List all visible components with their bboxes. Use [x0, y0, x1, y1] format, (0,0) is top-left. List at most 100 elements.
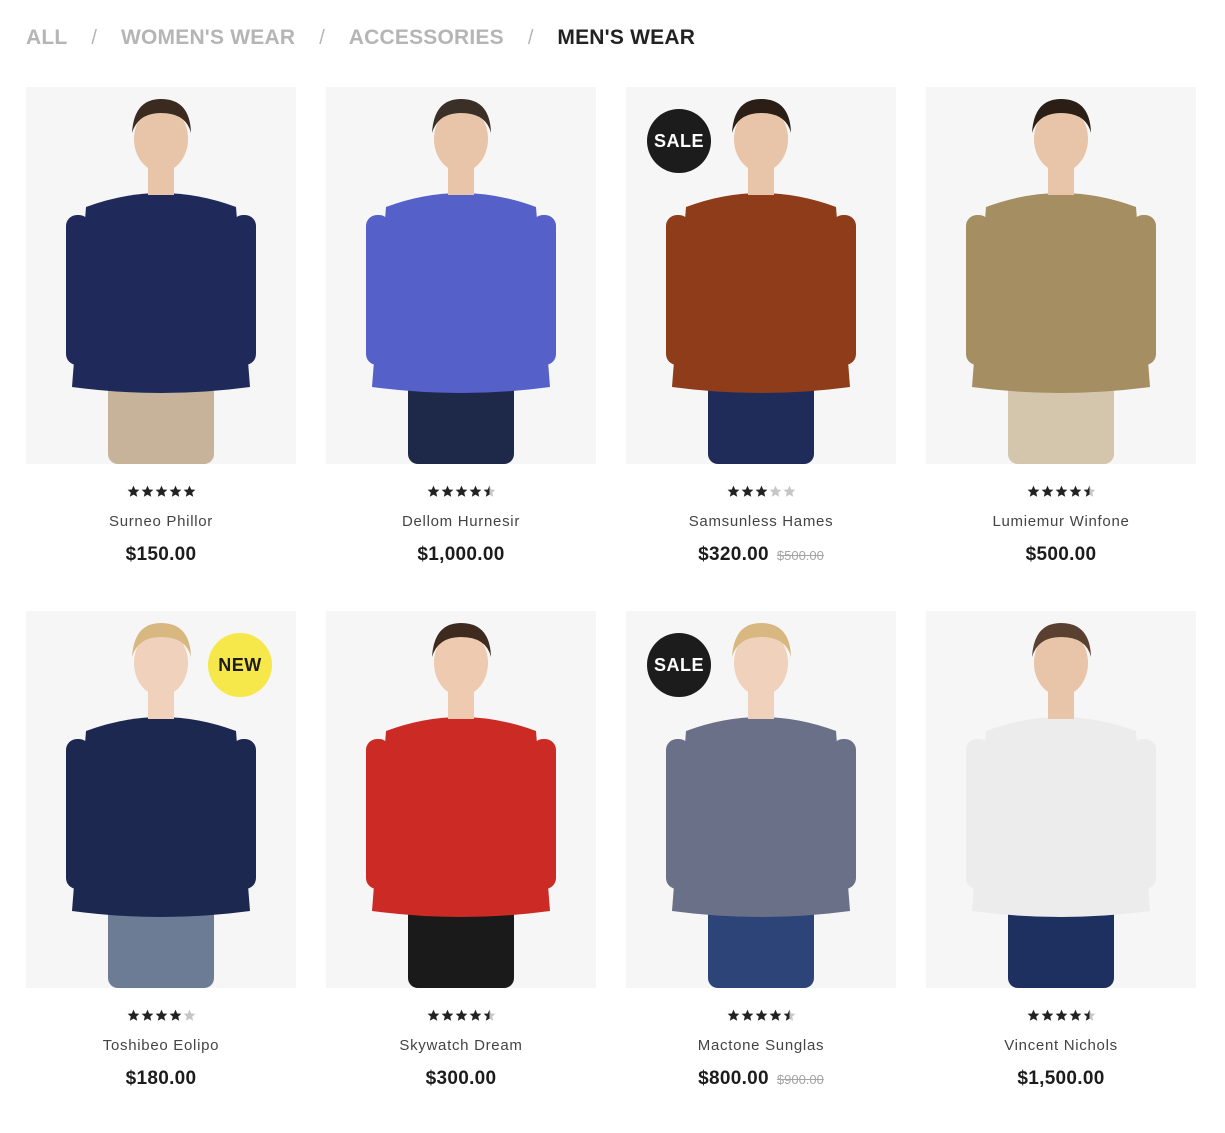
filter-all[interactable]: ALL: [26, 26, 67, 50]
product-card[interactable]: SALE Samsunless Hames $320.00 $500.00: [626, 87, 896, 577]
star-icon: [741, 1009, 754, 1022]
star-icon: [427, 485, 440, 498]
product-price: $1,000.00: [417, 544, 505, 565]
star-icon: [127, 485, 140, 498]
star-icon: [1069, 1009, 1082, 1022]
product-rating: [326, 485, 596, 499]
product-price: $180.00: [125, 1068, 197, 1089]
star-icon: [455, 485, 468, 498]
star-icon: [441, 485, 454, 498]
star-icon: [169, 485, 182, 498]
product-price-row: $500.00: [926, 544, 1196, 566]
product-name[interactable]: Lumiemur Winfone: [926, 513, 1196, 530]
star-icon: [1083, 1009, 1096, 1022]
product-rating: [926, 1009, 1196, 1023]
filter-separator: /: [91, 26, 97, 49]
star-icon: [441, 1009, 454, 1022]
product-name[interactable]: Dellom Hurnesir: [326, 513, 596, 530]
product-price: $150.00: [125, 544, 197, 565]
product-image[interactable]: [326, 87, 596, 464]
star-icon: [769, 485, 782, 498]
star-icon: [483, 1009, 496, 1022]
star-icon: [483, 485, 496, 498]
star-icon: [469, 485, 482, 498]
star-icon: [1041, 1009, 1054, 1022]
product-name[interactable]: Surneo Phillor: [26, 513, 296, 530]
star-icon: [427, 1009, 440, 1022]
star-icon: [455, 1009, 468, 1022]
product-name[interactable]: Mactone Sunglas: [626, 1037, 896, 1054]
product-rating: [326, 1009, 596, 1023]
sale-badge: SALE: [647, 109, 711, 173]
product-name[interactable]: Samsunless Hames: [626, 513, 896, 530]
product-card[interactable]: Vincent Nichols $1,500.00: [926, 611, 1196, 1101]
star-icon: [1027, 485, 1040, 498]
product-price: $800.00: [698, 1068, 769, 1089]
product-image[interactable]: SALE: [626, 87, 896, 464]
star-icon: [727, 485, 740, 498]
product-card[interactable]: Dellom Hurnesir $1,000.00: [326, 87, 596, 577]
product-card[interactable]: SALE Mactone Sunglas $800.00 $900.00: [626, 611, 896, 1101]
product-name[interactable]: Skywatch Dream: [326, 1037, 596, 1054]
product-price-row: $180.00: [26, 1068, 296, 1090]
filter-accessories[interactable]: ACCESSORIES: [349, 26, 504, 50]
star-icon: [727, 1009, 740, 1022]
star-icon: [155, 485, 168, 498]
product-card[interactable]: Skywatch Dream $300.00: [326, 611, 596, 1101]
filter-separator: /: [319, 26, 325, 49]
new-badge: NEW: [208, 633, 272, 697]
product-rating: [626, 485, 896, 499]
star-icon: [155, 1009, 168, 1022]
product-rating: [26, 485, 296, 499]
product-rating: [26, 1009, 296, 1023]
star-icon: [1055, 1009, 1068, 1022]
star-icon: [1055, 485, 1068, 498]
product-image[interactable]: [326, 611, 596, 988]
category-filter-bar: ALL / WOMEN'S WEAR / ACCESSORIES / MEN'S…: [26, 24, 695, 52]
product-card[interactable]: Lumiemur Winfone $500.00: [926, 87, 1196, 577]
star-icon: [141, 1009, 154, 1022]
product-image[interactable]: [926, 611, 1196, 988]
star-icon: [783, 485, 796, 498]
product-name[interactable]: Vincent Nichols: [926, 1037, 1196, 1054]
star-icon: [741, 485, 754, 498]
product-image[interactable]: [926, 87, 1196, 464]
star-icon: [141, 485, 154, 498]
product-old-price: $500.00: [776, 548, 824, 563]
star-icon: [1069, 485, 1082, 498]
product-card[interactable]: NEW Toshibeo Eolipo $180.00: [26, 611, 296, 1101]
product-image[interactable]: SALE: [626, 611, 896, 988]
sale-badge: SALE: [647, 633, 711, 697]
filter-separator: /: [527, 26, 534, 49]
product-rating: [626, 1009, 896, 1023]
filter-mens-wear[interactable]: MEN'S WEAR: [557, 26, 695, 50]
star-icon: [1083, 485, 1096, 498]
product-price-row: $150.00: [26, 544, 296, 566]
product-price: $300.00: [425, 1068, 497, 1089]
product-price-row: $800.00 $900.00: [626, 1068, 896, 1090]
product-price: $500.00: [1025, 544, 1097, 565]
star-icon: [1041, 485, 1054, 498]
product-rating: [926, 485, 1196, 499]
product-image[interactable]: NEW: [26, 611, 296, 988]
star-icon: [1027, 1009, 1040, 1022]
product-price: $320.00: [698, 544, 769, 565]
product-name[interactable]: Toshibeo Eolipo: [26, 1037, 296, 1054]
star-icon: [769, 1009, 782, 1022]
star-icon: [169, 1009, 182, 1022]
product-price-row: $300.00: [326, 1068, 596, 1090]
star-icon: [183, 485, 196, 498]
filter-womens-wear[interactable]: WOMEN'S WEAR: [121, 26, 295, 50]
star-icon: [469, 1009, 482, 1022]
star-icon: [183, 1009, 196, 1022]
product-old-price: $900.00: [776, 1072, 824, 1087]
product-price-row: $1,000.00: [326, 544, 596, 566]
star-icon: [783, 1009, 796, 1022]
star-icon: [755, 1009, 768, 1022]
product-price-row: $320.00 $500.00: [626, 544, 896, 566]
star-icon: [755, 485, 768, 498]
product-price: $1,500.00: [1017, 1068, 1105, 1089]
product-card[interactable]: Surneo Phillor $150.00: [26, 87, 296, 577]
product-price-row: $1,500.00: [926, 1068, 1196, 1090]
product-image[interactable]: [26, 87, 296, 464]
